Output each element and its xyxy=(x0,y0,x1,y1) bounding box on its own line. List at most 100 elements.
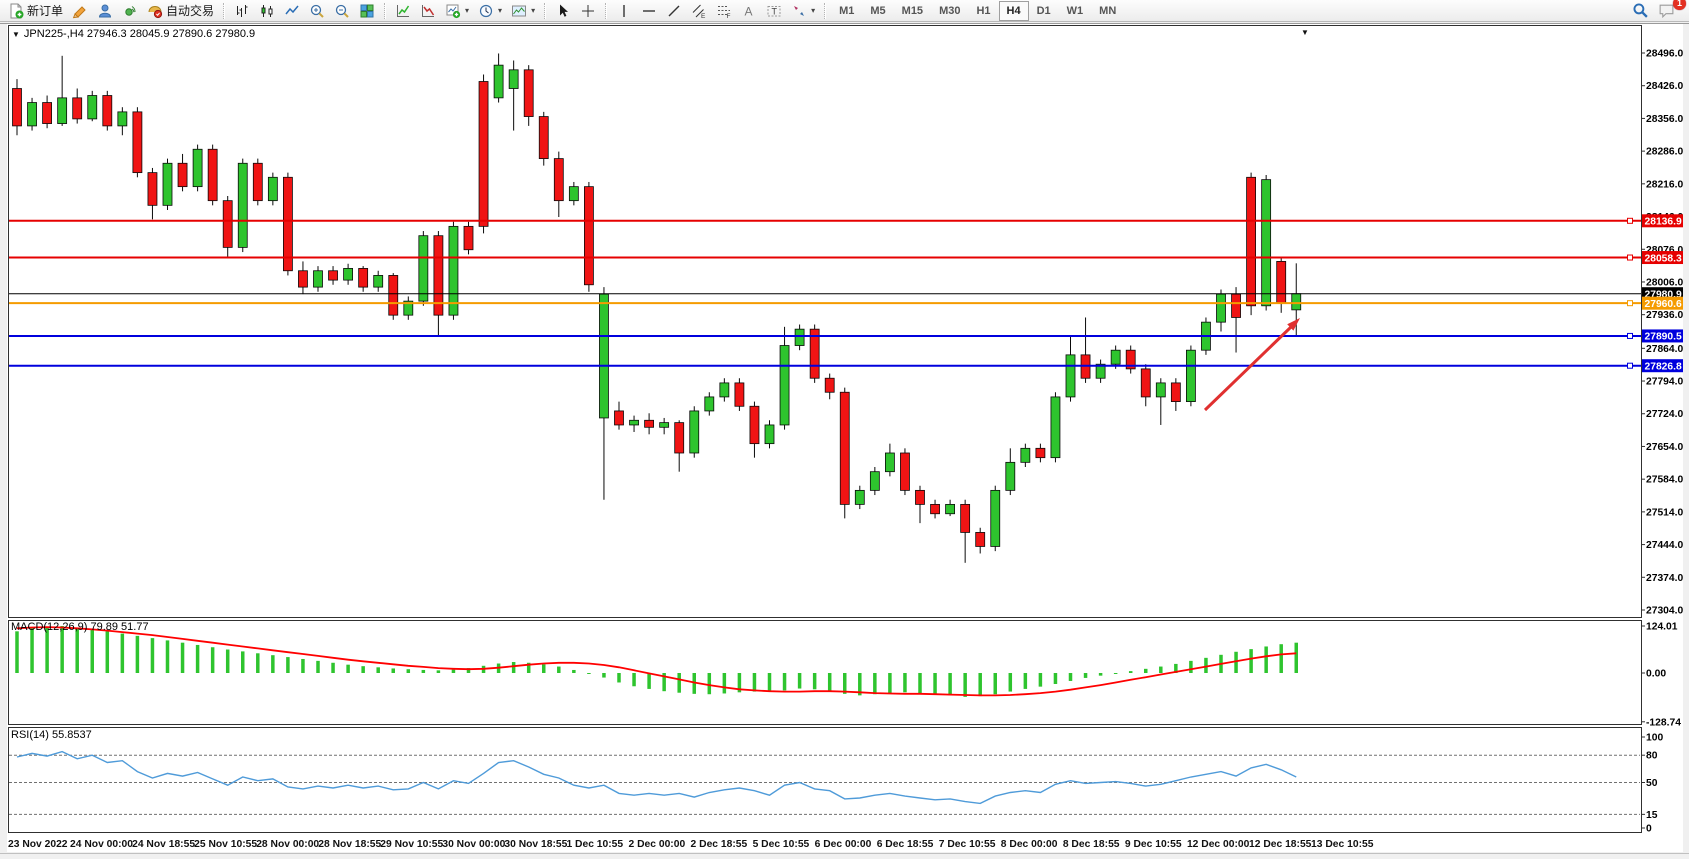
level-line-handle[interactable] xyxy=(1628,218,1633,223)
channel-button[interactable]: E xyxy=(687,1,711,21)
macd-histogram-bar xyxy=(1069,673,1073,681)
candle-bear xyxy=(329,271,338,280)
text-label-button[interactable]: T xyxy=(762,1,786,21)
price-tick-label: 27794.0 xyxy=(1646,377,1683,388)
time-axis-label: 7 Dec 10:55 xyxy=(939,839,996,850)
candle-bull xyxy=(374,275,383,287)
macd-axis-label: 124.01 xyxy=(1646,622,1678,633)
fibonacci-button[interactable]: F xyxy=(712,1,736,21)
macd-histogram-bar xyxy=(1144,669,1148,673)
new-chart-dropdown[interactable]: ▾ xyxy=(441,1,473,21)
macd-histogram-bar xyxy=(723,673,727,693)
clock-icon xyxy=(478,3,494,19)
candle-bull xyxy=(705,397,714,411)
cursor-button[interactable] xyxy=(551,1,575,21)
candle-bull xyxy=(599,294,608,418)
price-badge-label: 28136.9 xyxy=(1645,217,1682,228)
macd-histogram-bar xyxy=(106,631,110,673)
candle-bear xyxy=(615,411,624,425)
candle-bull xyxy=(193,149,202,186)
time-axis-label: 1 Dec 10:55 xyxy=(566,839,623,850)
level-line-handle[interactable] xyxy=(1628,301,1633,306)
macd-histogram-bar xyxy=(211,647,215,673)
macd-histogram-bar xyxy=(708,673,712,694)
vertical-line-button[interactable] xyxy=(612,1,636,21)
time-axis-label: 9 Dec 10:55 xyxy=(1125,839,1182,850)
macd-histogram-bar xyxy=(1295,643,1299,673)
period-dropdown[interactable]: ▾ xyxy=(474,1,506,21)
shapes-dropdown[interactable]: ▾ xyxy=(787,1,819,21)
profile-button[interactable] xyxy=(93,1,117,21)
timeframe-button-M15[interactable]: M15 xyxy=(894,1,931,21)
notifications-button[interactable]: 1 xyxy=(1654,1,1679,21)
signal-button[interactable] xyxy=(118,1,142,21)
macd-histogram-bar xyxy=(753,673,757,692)
bar-chart-button[interactable] xyxy=(230,1,254,21)
macd-histogram-bar xyxy=(286,657,290,673)
toolbar-separator xyxy=(223,3,225,19)
new-order-button[interactable]: 新订单 xyxy=(4,1,67,21)
svg-text:A: A xyxy=(745,4,753,18)
level-line-handle[interactable] xyxy=(1628,255,1633,260)
zoom-out-button[interactable] xyxy=(330,1,354,21)
horizontal-line-button[interactable] xyxy=(637,1,661,21)
candle-bull xyxy=(870,472,879,491)
timeframe-button-M30[interactable]: M30 xyxy=(931,1,968,21)
chart-canvas[interactable]: 28496.028426.028356.028286.028216.028146… xyxy=(0,0,1689,859)
time-axis-label: 25 Nov 10:55 xyxy=(194,839,257,850)
candlestick-chart-button[interactable] xyxy=(255,1,279,21)
autotrading-button[interactable]: 自动交易 xyxy=(143,1,218,21)
bar-chart-icon xyxy=(234,3,250,19)
candle-bull xyxy=(1066,355,1075,397)
candle-bear xyxy=(464,226,473,249)
line-chart-button[interactable] xyxy=(280,1,304,21)
indicator-list-button[interactable] xyxy=(391,1,415,21)
timeframe-button-H1[interactable]: H1 xyxy=(968,1,998,21)
template-dropdown[interactable]: ▾ xyxy=(507,1,539,21)
macd-histogram-bar xyxy=(888,673,892,693)
timeframe-button-M5[interactable]: M5 xyxy=(862,1,893,21)
candle-bear xyxy=(735,383,744,406)
level-line-handle[interactable] xyxy=(1628,363,1633,368)
person-icon xyxy=(97,3,113,19)
crayon-icon xyxy=(72,3,88,19)
macd-histogram-bar xyxy=(918,673,922,693)
search-button[interactable] xyxy=(1628,1,1653,21)
candle-bull xyxy=(765,425,774,444)
styler-button[interactable] xyxy=(68,1,92,21)
toolbar-separator xyxy=(384,3,386,19)
macd-histogram-bar xyxy=(301,659,305,673)
candle-bear xyxy=(479,82,488,227)
zoom-in-button[interactable] xyxy=(305,1,329,21)
toolbar: 新订单 自动交易 ▾ ▾ xyxy=(0,0,1689,22)
macd-histogram-bar xyxy=(1159,667,1163,673)
timeframe-button-MN[interactable]: MN xyxy=(1091,1,1124,21)
macd-histogram-bar xyxy=(572,670,576,673)
level-line-handle[interactable] xyxy=(1628,333,1633,338)
tile-windows-button[interactable] xyxy=(355,1,379,21)
crosshair-button[interactable] xyxy=(576,1,600,21)
time-axis-label: 8 Dec 18:55 xyxy=(1063,839,1120,850)
macd-histogram-bar xyxy=(512,662,516,673)
timeframe-button-D1[interactable]: D1 xyxy=(1029,1,1059,21)
timeframe-button-W1[interactable]: W1 xyxy=(1059,1,1092,21)
price-tick-label: 28286.0 xyxy=(1646,147,1683,158)
candle-bull xyxy=(88,96,97,119)
candle-bear xyxy=(645,420,654,427)
macd-histogram-bar xyxy=(392,668,396,673)
candle-bear xyxy=(840,392,849,504)
text-button[interactable]: A xyxy=(737,1,761,21)
svg-text:F: F xyxy=(727,13,731,19)
rsi-axis-label: 80 xyxy=(1646,751,1658,762)
price-tick-label: 28356.0 xyxy=(1646,114,1683,125)
candle-bear xyxy=(208,149,217,200)
trendline-button[interactable] xyxy=(662,1,686,21)
candle-bear xyxy=(43,103,52,124)
candle-bear xyxy=(1141,369,1150,397)
macd-histogram-bar xyxy=(166,640,170,673)
candle-bear xyxy=(554,159,563,201)
timeframe-button-H4[interactable]: H4 xyxy=(999,1,1029,21)
timeframe-button-M1[interactable]: M1 xyxy=(831,1,862,21)
candle-bull xyxy=(946,504,955,513)
indicator-window-button[interactable] xyxy=(416,1,440,21)
